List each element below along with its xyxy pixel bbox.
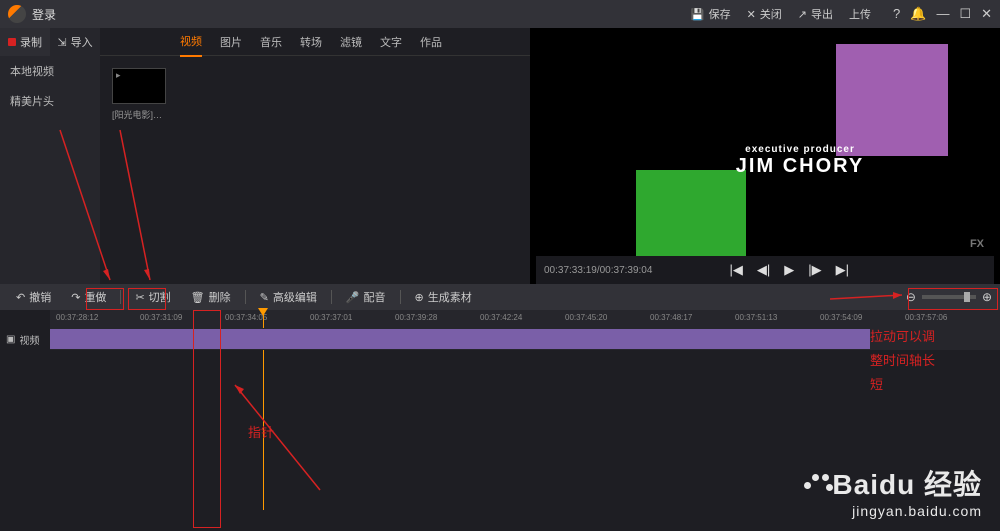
library: 视频 图片 音乐 转场 滤镜 文字 作品 [阳光电影]www…: [100, 28, 530, 284]
watermark: Baidu 经验 jingyan.baidu.com: [804, 463, 982, 519]
export-button[interactable]: ↗ 导出: [798, 6, 833, 22]
track-label-video: ▣ 视频: [0, 328, 50, 350]
tab-works[interactable]: 作品: [420, 28, 442, 56]
advanced-edit-button[interactable]: ✎ 高级编辑: [252, 286, 325, 308]
import-button[interactable]: ⇲ 导入: [50, 28, 100, 56]
tab-video[interactable]: 视频: [180, 27, 202, 57]
zoom-out-icon[interactable]: ⊖: [906, 290, 916, 304]
cut-button[interactable]: ✂ 切割: [127, 286, 178, 308]
next-clip-icon[interactable]: ▶|: [836, 262, 849, 278]
dub-button[interactable]: 🎤 配音: [338, 286, 394, 308]
close-button[interactable]: ✕ 关闭: [747, 6, 782, 22]
tab-text[interactable]: 文字: [380, 28, 402, 56]
zoom-slider[interactable]: [922, 295, 976, 299]
tab-image[interactable]: 图片: [220, 28, 242, 56]
preview-shape-green: [636, 170, 746, 256]
video-clip[interactable]: [50, 329, 870, 349]
zoom-in-icon[interactable]: ⊕: [982, 290, 992, 304]
main-area: 录制 ⇲ 导入 本地视频 精美片头 视频 图片 音乐 转场 滤镜 文字 作品 […: [0, 28, 1000, 284]
preview-panel: executive producer JIM CHORY FX 00:37:33…: [530, 28, 1000, 284]
preview-credit: executive producer JIM CHORY: [690, 144, 910, 178]
sidebar-item-local[interactable]: 本地视频: [0, 56, 100, 86]
timeline-toolbar: ↶ 撤销 ↷ 重做 ✂ 切割 🗑 删除 ✎ 高级编辑 🎤 配音 ⊕ 生成素材 ⊖…: [0, 284, 1000, 310]
media-thumbnail[interactable]: [阳光电影]www…: [112, 68, 166, 121]
help-icon[interactable]: ?: [893, 6, 900, 22]
delete-button[interactable]: 🗑 删除: [183, 286, 239, 308]
window-close-icon[interactable]: ✕: [981, 6, 992, 22]
minimize-icon[interactable]: —: [936, 6, 949, 22]
media-tabs: 视频 图片 音乐 转场 滤镜 文字 作品: [100, 28, 530, 56]
prev-frame-icon[interactable]: ◀|: [757, 262, 770, 278]
preview-timecode: 00:37:33:19/00:37:39:04: [544, 265, 652, 276]
sidebar: 录制 ⇲ 导入 本地视频 精美片头: [0, 28, 100, 284]
thumbnail-name: [阳光电影]www…: [112, 108, 166, 121]
app-title: 登录: [32, 6, 56, 23]
tab-transition[interactable]: 转场: [300, 28, 322, 56]
undo-button[interactable]: ↶ 撤销: [8, 286, 59, 308]
tab-filter[interactable]: 滤镜: [340, 28, 362, 56]
channel-logo: FX: [970, 238, 984, 250]
titlebar: 登录 💾 保存 ✕ 关闭 ↗ 导出 上传 ? 🔔 — ☐ ✕: [0, 0, 1000, 28]
preview-shape-purple: [836, 44, 948, 156]
save-button[interactable]: 💾 保存: [691, 6, 731, 22]
play-icon[interactable]: ▶: [784, 262, 794, 278]
tab-music[interactable]: 音乐: [260, 28, 282, 56]
prev-clip-icon[interactable]: |◀: [729, 262, 742, 278]
maximize-icon[interactable]: ☐: [959, 6, 971, 22]
record-button[interactable]: 录制: [0, 28, 50, 56]
generate-button[interactable]: ⊕ 生成素材: [407, 286, 480, 308]
app-logo-icon: [8, 5, 26, 23]
preview-canvas[interactable]: executive producer JIM CHORY FX: [536, 34, 994, 256]
next-frame-icon[interactable]: |▶: [808, 262, 821, 278]
upload-button[interactable]: 上传: [849, 6, 871, 22]
sidebar-item-opening[interactable]: 精美片头: [0, 86, 100, 116]
notify-icon[interactable]: 🔔: [910, 6, 926, 22]
redo-button[interactable]: ↷ 重做: [63, 286, 114, 308]
time-ruler[interactable]: 00:37:28:12 00:37:31:09 00:37:34:05 00:3…: [50, 310, 1000, 328]
thumbnail-image: [112, 68, 166, 104]
video-track[interactable]: [50, 328, 1000, 350]
